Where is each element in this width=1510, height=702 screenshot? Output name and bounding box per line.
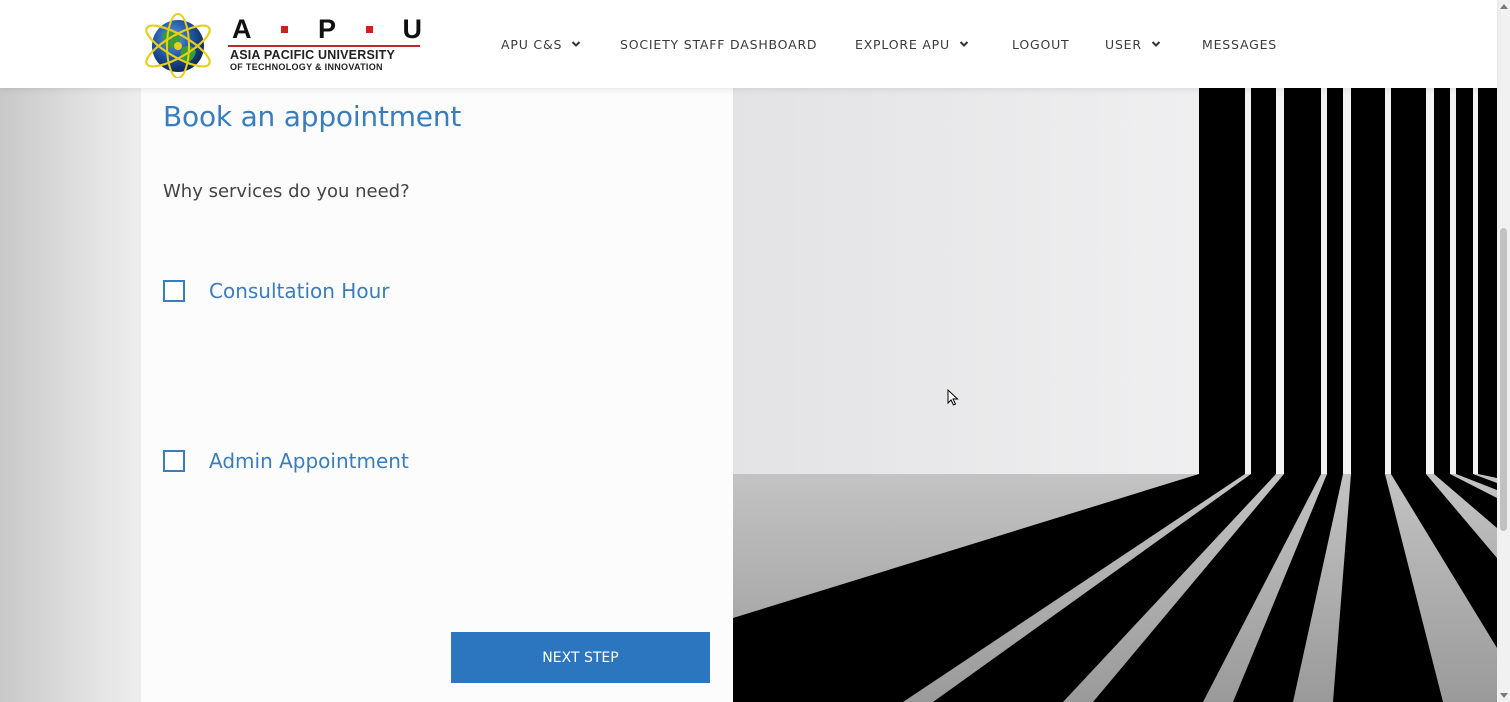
nav-user[interactable]: USER	[1105, 36, 1161, 52]
chevron-down-icon	[572, 41, 581, 47]
logo-letter: U	[402, 13, 422, 44]
globe-logo-icon	[145, 13, 211, 78]
nav-label: SOCIETY STAFF DASHBOARD	[620, 36, 818, 52]
apu-logo[interactable]: A P U ASIA PACIFIC UNIVERSITY OF TECHNOL…	[140, 12, 422, 78]
nav-label: MESSAGES	[1202, 36, 1278, 52]
option-label: Admin Appointment	[209, 449, 409, 473]
nav-apu-cs[interactable]: APU C&S	[501, 36, 581, 52]
option-consultation-hour[interactable]: Consultation Hour	[163, 279, 389, 303]
service-question: Why services do you need?	[163, 181, 410, 202]
nav-messages[interactable]: MESSAGES	[1202, 36, 1277, 52]
consultation-hour-checkbox[interactable]	[163, 280, 185, 302]
chevron-down-icon	[1151, 41, 1161, 47]
site-header: A P U ASIA PACIFIC UNIVERSITY OF TECHNOL…	[0, 0, 1497, 88]
logo-university-name: ASIA PACIFIC UNIVERSITY	[230, 48, 396, 62]
nav-label: EXPLORE APU	[855, 36, 950, 52]
scroll-down-arrow-icon[interactable]	[1500, 693, 1508, 698]
next-step-button[interactable]: NEXT STEP	[451, 632, 710, 683]
logo-dot	[281, 25, 289, 33]
booking-card: Book an appointment Why services do you …	[141, 88, 733, 702]
page-title: Book an appointment	[163, 100, 462, 133]
option-admin-appointment[interactable]: Admin Appointment	[163, 449, 409, 473]
page-scrollbar[interactable]	[1497, 0, 1510, 702]
nav-society-staff-dashboard[interactable]: SOCIETY STAFF DASHBOARD	[620, 36, 817, 52]
stripes-illustration	[733, 88, 1497, 702]
option-label: Consultation Hour	[209, 279, 390, 303]
nav-label: APU C&S	[501, 36, 563, 52]
scrollbar-thumb[interactable]	[1500, 228, 1507, 531]
chevron-down-icon	[959, 41, 969, 47]
mouse-cursor-icon	[947, 389, 959, 406]
nav-explore-apu[interactable]: EXPLORE APU	[855, 36, 969, 52]
logo-divider	[228, 45, 420, 47]
logo-university-subtitle: OF TECHNOLOGY & INNOVATION	[230, 62, 383, 72]
admin-appointment-checkbox[interactable]	[163, 450, 185, 472]
scroll-up-arrow-icon[interactable]	[1500, 4, 1508, 9]
logo-wordmark: A P U	[232, 13, 422, 44]
nav-label: USER	[1105, 36, 1142, 52]
decorative-stripes-image	[733, 88, 1497, 702]
nav-logout[interactable]: LOGOUT	[1012, 36, 1069, 52]
logo-letter: A	[232, 13, 252, 44]
nav-label: LOGOUT	[1012, 36, 1070, 52]
logo-dot	[365, 25, 373, 33]
logo-letter: P	[317, 13, 336, 44]
